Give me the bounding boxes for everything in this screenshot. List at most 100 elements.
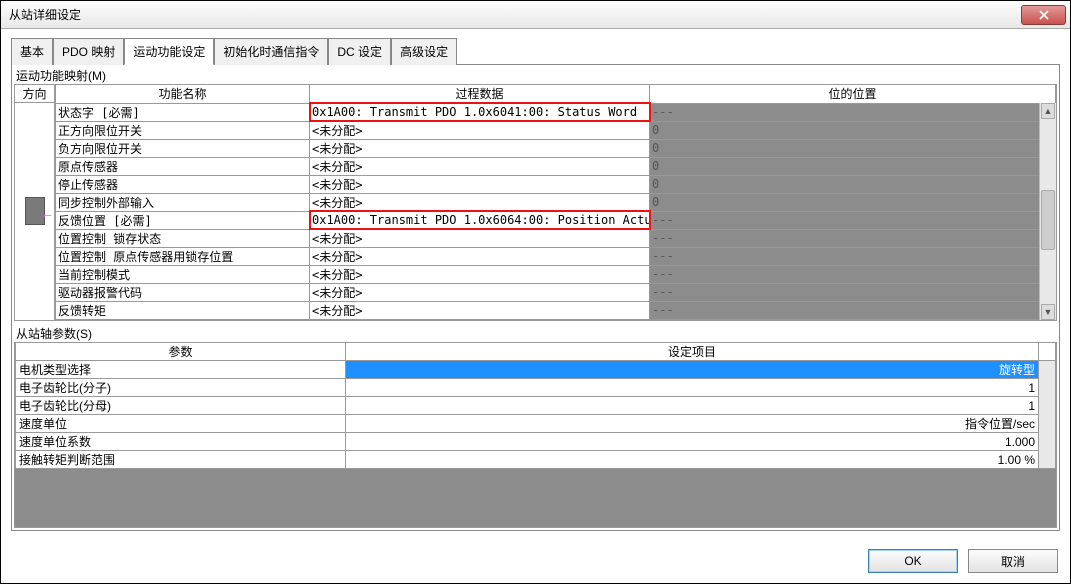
axis-params-section: 从站轴参数(S) 参数 设定项目 电机类型选择旋转型电子齿轮比(分子)1电子齿轮…: [14, 325, 1057, 529]
cell-function-name: 负方向限位开关: [56, 139, 310, 157]
scroll-gutter: [1039, 361, 1056, 469]
cell-process-data[interactable]: <未分配>: [310, 121, 650, 139]
tab-pdo-mapping[interactable]: PDO 映射: [53, 38, 124, 65]
grid-main: 功能名称 过程数据 位的位置 状态字 [必需]0x1A00: Transmit …: [55, 85, 1056, 320]
direction-column: 方向 ←: [15, 85, 55, 320]
cell-function-name: 停止传感器: [56, 175, 310, 193]
cell-bit-position: ---: [650, 211, 1056, 229]
scroll-down-icon[interactable]: ▼: [1041, 304, 1055, 320]
table-row[interactable]: 位置控制 原点传感器用锁存位置<未分配>---: [56, 247, 1056, 265]
cell-process-data[interactable]: 0x1A00: Transmit PDO 1.0x6064:00: Positi…: [310, 211, 650, 229]
table-row[interactable]: 电机类型选择旋转型: [16, 361, 1056, 379]
cell-process-data[interactable]: <未分配>: [310, 247, 650, 265]
table-row[interactable]: 反馈位置 [必需]0x1A00: Transmit PDO 1.0x6064:0…: [56, 211, 1056, 229]
scroll-thumb[interactable]: [1041, 190, 1055, 250]
cell-process-data[interactable]: 0x1A00: Transmit PDO 1.0x6041:00: Status…: [310, 103, 650, 121]
params-table[interactable]: 参数 设定项目 电机类型选择旋转型电子齿轮比(分子)1电子齿轮比(分母)1速度单…: [15, 343, 1056, 470]
tab-init-comm[interactable]: 初始化时通信指令: [214, 38, 328, 65]
tab-dc-settings[interactable]: DC 设定: [328, 38, 391, 65]
window-title: 从站详细设定: [5, 6, 1021, 23]
mapping-table[interactable]: 功能名称 过程数据 位的位置 状态字 [必需]0x1A00: Transmit …: [55, 85, 1056, 320]
cell-function-name: 当前控制模式: [56, 265, 310, 283]
axis-params-grid: 参数 设定项目 电机类型选择旋转型电子齿轮比(分子)1电子齿轮比(分母)1速度单…: [14, 342, 1057, 529]
close-icon: [1039, 10, 1049, 20]
table-row[interactable]: 停止传感器<未分配>0: [56, 175, 1056, 193]
tab-basic[interactable]: 基本: [11, 38, 53, 65]
cell-bit-position: 0: [650, 139, 1056, 157]
cancel-button[interactable]: 取消: [968, 549, 1058, 573]
table-row[interactable]: 电子齿轮比(分母)1: [16, 397, 1056, 415]
cell-bit-position: 0: [650, 121, 1056, 139]
cell-function-name: 驱动器报警代码: [56, 283, 310, 301]
grid2-scroll-head: [1039, 343, 1056, 361]
cell-value[interactable]: 1.00 %: [346, 451, 1039, 469]
col-param: 参数: [16, 343, 346, 361]
tab-motion-function[interactable]: 运动功能设定: [124, 38, 214, 65]
dialog-content: 基本 PDO 映射 运动功能设定 初始化时通信指令 DC 设定 高级设定 运动功…: [1, 29, 1070, 539]
table-row[interactable]: 原点传感器<未分配>0: [56, 157, 1056, 175]
col-function-name: 功能名称: [56, 85, 310, 103]
cell-param: 接触转矩判断范围: [16, 451, 346, 469]
table-row[interactable]: 速度单位系数1.000: [16, 433, 1056, 451]
cell-bit-position: ---: [650, 229, 1056, 247]
cell-process-data[interactable]: <未分配>: [310, 175, 650, 193]
cell-bit-position: 0: [650, 175, 1056, 193]
cell-bit-position: ---: [650, 103, 1056, 121]
cell-process-data[interactable]: <未分配>: [310, 229, 650, 247]
table-row[interactable]: 电子齿轮比(分子)1: [16, 379, 1056, 397]
cell-function-name: 反馈转矩: [56, 301, 310, 319]
cell-param: 电子齿轮比(分子): [16, 379, 346, 397]
cell-param: 电机类型选择: [16, 361, 346, 379]
table-row[interactable]: 负方向限位开关<未分配>0: [56, 139, 1056, 157]
table-row[interactable]: 位置控制 锁存状态<未分配>---: [56, 229, 1056, 247]
dialog-footer: OK 取消: [1, 539, 1070, 583]
cell-bit-position: 0: [650, 193, 1056, 211]
cell-value[interactable]: 1: [346, 397, 1039, 415]
cell-function-name: 同步控制外部输入: [56, 193, 310, 211]
cell-process-data[interactable]: <未分配>: [310, 265, 650, 283]
direction-body: ←: [15, 103, 55, 320]
axis-params-label: 从站轴参数(S): [14, 325, 1057, 342]
scroll-up-icon[interactable]: ▲: [1041, 103, 1055, 119]
motion-mapping-grid: 方向 ← 功能名称 过程数据 位的位置: [14, 84, 1057, 321]
cell-function-name: 原点传感器: [56, 157, 310, 175]
ok-button[interactable]: OK: [868, 549, 958, 573]
table-row[interactable]: 驱动器报警代码<未分配>---: [56, 283, 1056, 301]
window-close-button[interactable]: [1021, 5, 1066, 25]
cell-function-name: 反馈位置 [必需]: [56, 211, 310, 229]
cell-process-data[interactable]: <未分配>: [310, 157, 650, 175]
cell-function-name: 正方向限位开关: [56, 121, 310, 139]
cell-param: 电子齿轮比(分母): [16, 397, 346, 415]
direction-header: 方向: [15, 85, 55, 103]
motion-mapping-label: 运动功能映射(M): [14, 67, 1057, 84]
col-value: 设定项目: [346, 343, 1039, 361]
cell-bit-position: 0: [650, 157, 1056, 175]
table-row[interactable]: 接触转矩判断范围1.00 %: [16, 451, 1056, 469]
table-row[interactable]: 当前控制模式<未分配>---: [56, 265, 1056, 283]
cell-function-name: 位置控制 原点传感器用锁存位置: [56, 247, 310, 265]
cell-param: 速度单位: [16, 415, 346, 433]
tab-advanced[interactable]: 高级设定: [391, 38, 457, 65]
tab-panel: 运动功能映射(M) 方向 ← 功能名称 过程数据: [11, 64, 1060, 531]
cell-value[interactable]: 指令位置/sec: [346, 415, 1039, 433]
cell-value[interactable]: 1.000: [346, 433, 1039, 451]
cell-bit-position: ---: [650, 247, 1056, 265]
cell-bit-position: ---: [650, 265, 1056, 283]
cell-process-data[interactable]: <未分配>: [310, 193, 650, 211]
cell-value[interactable]: 1: [346, 379, 1039, 397]
table-row[interactable]: 反馈转矩<未分配>---: [56, 301, 1056, 319]
table-row[interactable]: 同步控制外部输入<未分配>0: [56, 193, 1056, 211]
cell-value[interactable]: 旋转型: [346, 361, 1039, 379]
col-process-data: 过程数据: [310, 85, 650, 103]
cell-process-data[interactable]: <未分配>: [310, 283, 650, 301]
table-row[interactable]: 速度单位指令位置/sec: [16, 415, 1056, 433]
cell-function-name: 位置控制 锁存状态: [56, 229, 310, 247]
cell-process-data[interactable]: <未分配>: [310, 139, 650, 157]
grid1-scrollbar[interactable]: ▲ ▼: [1039, 103, 1056, 320]
table-row[interactable]: 正方向限位开关<未分配>0: [56, 121, 1056, 139]
direction-arrow-icon: ←: [40, 205, 54, 221]
cell-function-name: 状态字 [必需]: [56, 103, 310, 121]
cell-process-data[interactable]: <未分配>: [310, 301, 650, 319]
table-row[interactable]: 状态字 [必需]0x1A00: Transmit PDO 1.0x6041:00…: [56, 103, 1056, 121]
cell-bit-position: ---: [650, 301, 1056, 319]
